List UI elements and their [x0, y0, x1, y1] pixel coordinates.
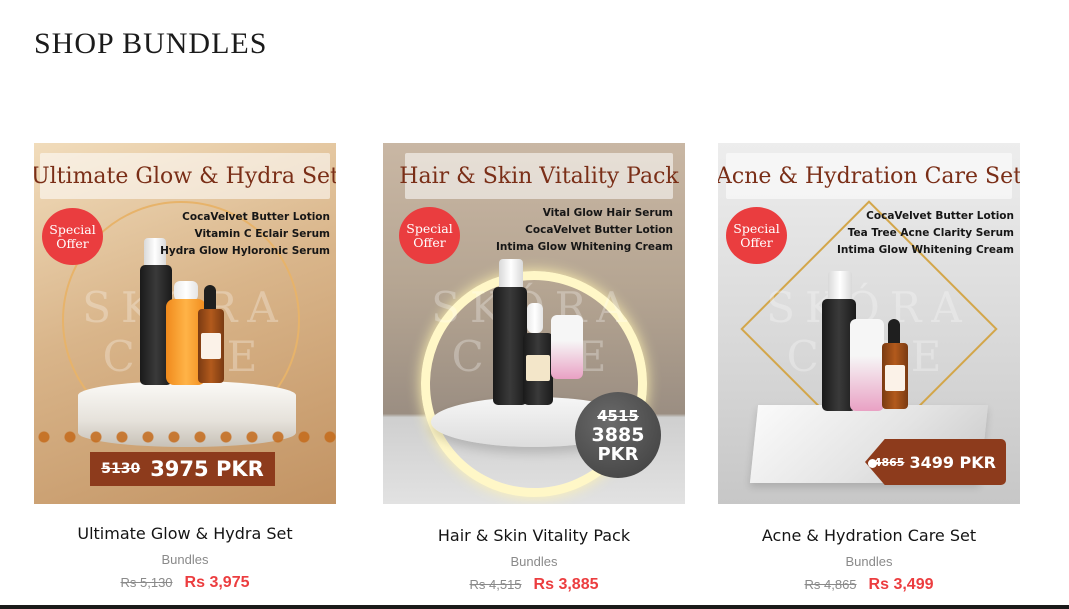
image-price-bar: 5130 3975 PKR: [90, 452, 275, 486]
image-old-price: 4865: [873, 455, 905, 469]
product-image[interactable]: SKÓRA CARE Acne & Hydration Care Set Spe…: [718, 143, 1020, 504]
compare-price: Rs 5,130: [120, 575, 173, 590]
cream-tube: [850, 319, 884, 411]
product-card[interactable]: SKÓRA CARE Ultimate Glow & Hydra Set Spe…: [34, 143, 336, 592]
bundle-item: Intima Glow Whitening Cream: [495, 241, 673, 253]
badge-line: Special: [406, 220, 453, 236]
bundle-items-list: CocaVelvet Butter Lotion Vitamin C Eclai…: [160, 209, 330, 260]
badge-line: Special: [733, 220, 780, 236]
bundle-items-list: CocaVelvet Butter Lotion Tea Tree Acne C…: [837, 208, 1014, 259]
serum-bottle: [198, 309, 224, 383]
product-title[interactable]: Acne & Hydration Care Set: [718, 526, 1020, 545]
amber-beads: [34, 425, 336, 451]
special-offer-badge: Special Offer: [726, 207, 787, 264]
product-prices: Rs 4,515 Rs 3,885: [383, 576, 685, 594]
image-title-box: Hair & Skin Vitality Pack: [399, 153, 679, 199]
product-category: Bundles: [845, 554, 893, 569]
product-prices: Rs 5,130 Rs 3,975: [34, 574, 336, 592]
bundle-item: Tea Tree Acne Clarity Serum: [847, 227, 1014, 239]
product-category: Bundles: [510, 554, 558, 569]
bundle-item: Vitamin C Eclair Serum: [194, 228, 330, 240]
product-card[interactable]: SKÓRA CARE Hair & Skin Vitality Pack Spe…: [383, 143, 685, 594]
bottom-divider: [0, 605, 1069, 609]
image-new-price: 3975 PKR: [150, 457, 264, 481]
sale-price: Rs 3,885: [533, 576, 599, 593]
bundle-item: CocaVelvet Butter Lotion: [182, 211, 330, 223]
special-offer-badge: Special Offer: [42, 208, 103, 265]
dropper-top: [174, 281, 198, 301]
badge-line: Offer: [413, 234, 446, 250]
product-image[interactable]: SKÓRA CARE Ultimate Glow & Hydra Set Spe…: [34, 143, 336, 504]
image-new-price: 3499 PKR: [909, 452, 996, 472]
image-title-box: Ultimate Glow & Hydra Set: [34, 153, 336, 199]
product-info: Hair & Skin Vitality Pack Bundles Rs 4,5…: [383, 526, 685, 594]
sale-price: Rs 3,499: [868, 576, 934, 593]
compare-price: Rs 4,515: [469, 577, 522, 592]
badge-line: Offer: [740, 234, 773, 250]
image-old-price: 5130: [101, 461, 141, 477]
image-currency: PKR: [597, 443, 639, 465]
serum-dropper: [204, 285, 216, 311]
image-title-box: Acne & Hydration Care Set: [718, 153, 1020, 199]
image-price-tag: 4865 3499 PKR: [865, 439, 1006, 485]
bundle-items-list: Vital Glow Hair Serum CocaVelvet Butter …: [496, 205, 673, 256]
bundle-item: Intima Glow Whitening Cream: [836, 244, 1014, 256]
tag-hole-icon: [868, 459, 877, 468]
product-card[interactable]: SKÓRA CARE Acne & Hydration Care Set Spe…: [718, 143, 1020, 594]
product-prices: Rs 4,865 Rs 3,499: [718, 576, 1020, 594]
badge-line: Offer: [56, 235, 89, 251]
bundle-item: CocaVelvet Butter Lotion: [866, 210, 1014, 222]
product-title[interactable]: Ultimate Glow & Hydra Set: [34, 524, 336, 543]
bundle-item: CocaVelvet Butter Lotion: [525, 224, 673, 236]
pump-cap: [828, 271, 852, 301]
product-category: Bundles: [161, 552, 209, 567]
compare-price: Rs 4,865: [804, 577, 857, 592]
serum-dropper: [888, 319, 900, 345]
tea-tree-bottle: [882, 343, 908, 409]
special-offer-badge: Special Offer: [399, 207, 460, 264]
product-info: Acne & Hydration Care Set Bundles Rs 4,8…: [718, 526, 1020, 594]
section-title: SHOP BUNDLES: [34, 27, 268, 60]
hair-serum-bottle: [523, 333, 553, 405]
product-info: Ultimate Glow & Hydra Set Bundles Rs 5,1…: [34, 524, 336, 592]
sale-price: Rs 3,975: [184, 574, 250, 591]
image-old-price: 4515: [597, 406, 639, 425]
bundle-item: Hydra Glow Hyloronic Serum: [160, 245, 330, 257]
product-title[interactable]: Hair & Skin Vitality Pack: [383, 526, 685, 545]
image-title: Ultimate Glow & Hydra Set: [34, 163, 336, 189]
pump-cap: [499, 259, 523, 289]
product-image[interactable]: SKÓRA CARE Hair & Skin Vitality Pack Spe…: [383, 143, 685, 504]
dropper-top: [527, 303, 543, 333]
image-price-circle: 4515 3885 PKR: [575, 392, 661, 478]
cream-tube: [551, 315, 583, 379]
image-title: Acne & Hydration Care Set: [718, 163, 1020, 189]
image-new-price: 3885: [591, 423, 645, 446]
lotion-bottle: [493, 287, 527, 405]
badge-line: Special: [49, 221, 96, 237]
bundle-item: Vital Glow Hair Serum: [542, 207, 673, 219]
image-title: Hair & Skin Vitality Pack: [399, 163, 679, 189]
